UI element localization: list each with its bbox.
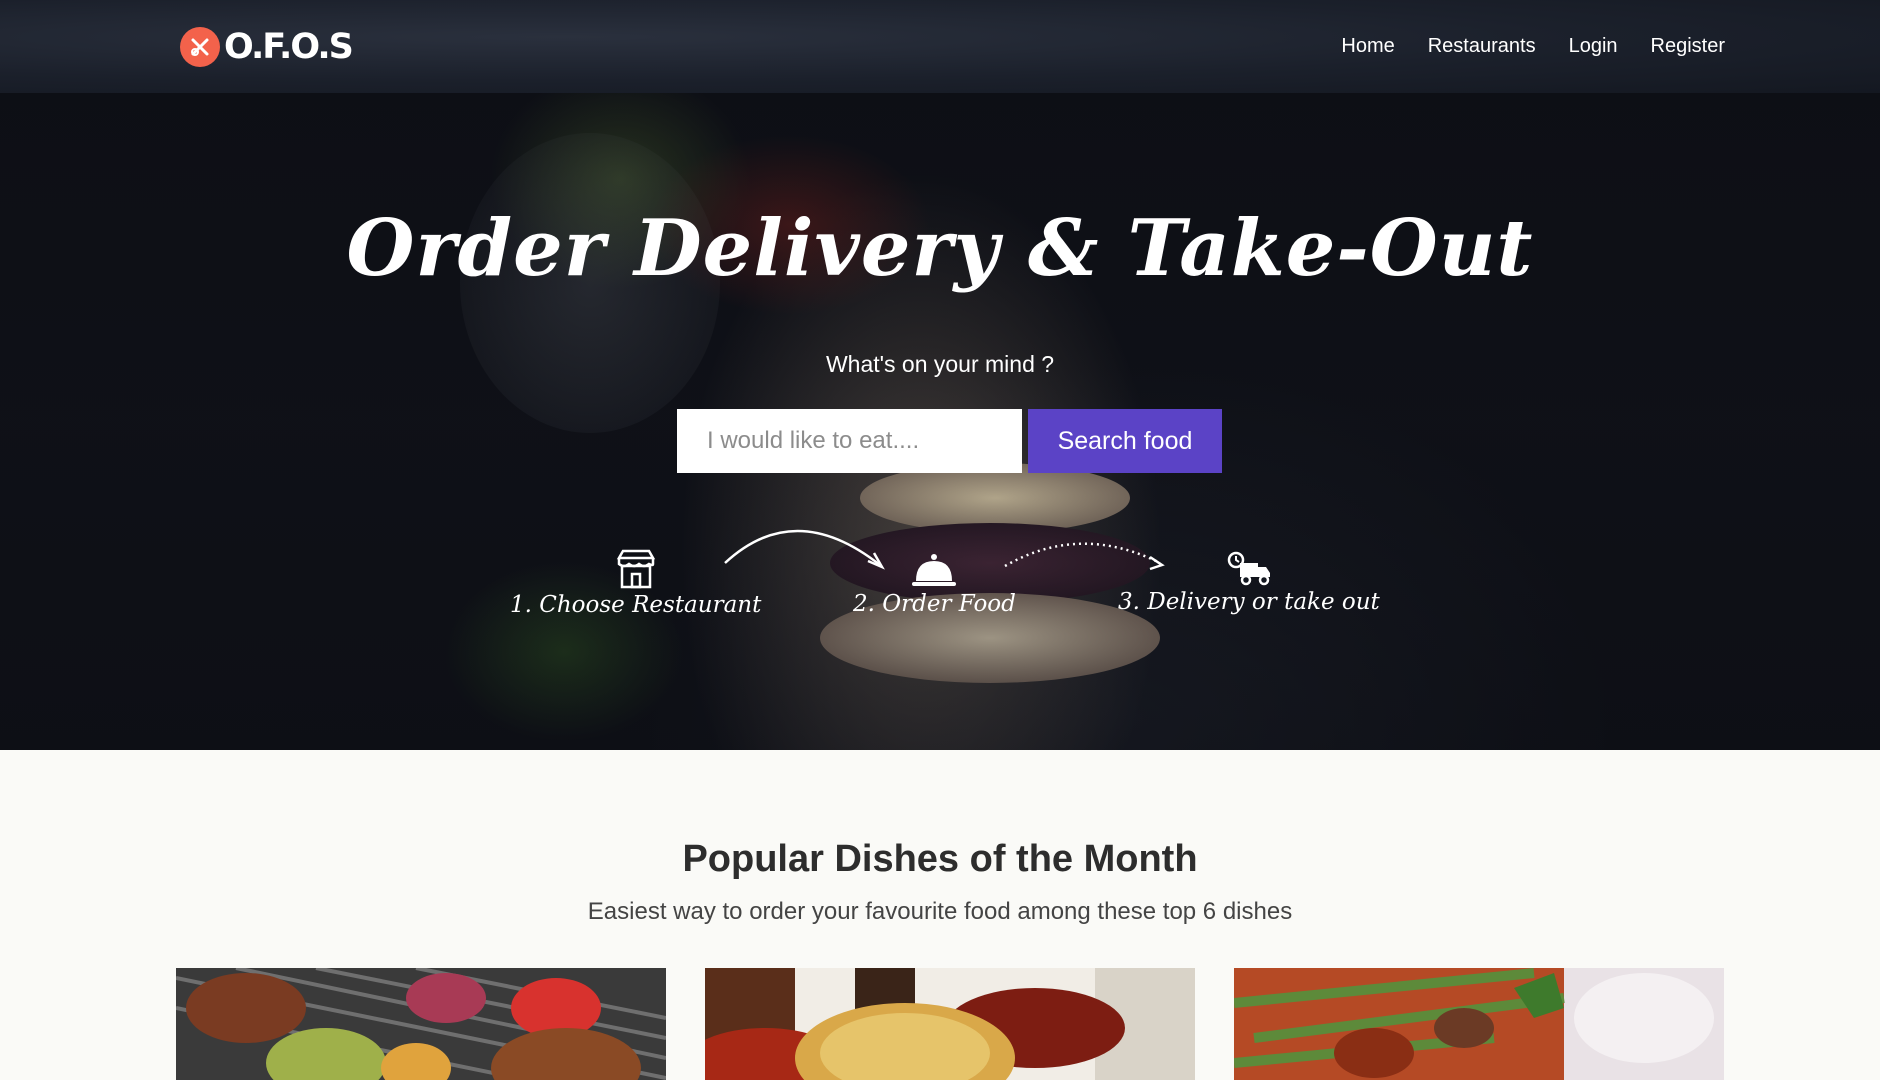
section-title: Popular Dishes of the Month (682, 838, 1198, 880)
navbar: O.F.O.S Home Restaurants Login Register (0, 0, 1880, 93)
storefront-icon (616, 549, 655, 589)
cloche-icon (912, 554, 957, 586)
step-label: 2. Order Food (853, 591, 1016, 617)
dish-card[interactable] (705, 968, 1195, 1080)
section-subtitle: Easiest way to order your favourite food… (587, 898, 1293, 925)
dish-image (1234, 968, 1724, 1080)
hero-banner: Order Delivery & Take-Out What's on your… (0, 93, 1880, 750)
step-delivery: 3. Delivery or take out (1118, 551, 1380, 615)
nav-home[interactable]: Home (1341, 35, 1394, 58)
hero-title: Order Delivery & Take-Out (346, 203, 1534, 294)
delivery-truck-icon (1227, 551, 1270, 586)
search-food-button[interactable]: Search food (1028, 409, 1222, 473)
dish-card[interactable] (176, 968, 666, 1080)
nav-register[interactable]: Register (1651, 35, 1725, 58)
search-input[interactable] (677, 409, 1022, 473)
dish-image (176, 968, 666, 1080)
hero-subtitle: What's on your mind ? (825, 351, 1055, 377)
nav-restaurants[interactable]: Restaurants (1428, 35, 1536, 58)
nav-links: Home Restaurants Login Register (1341, 35, 1725, 58)
brand-name: O.F.O.S (224, 26, 354, 67)
brand-logo[interactable]: O.F.O.S (180, 26, 354, 67)
step-label: 1. Choose Restaurant (510, 592, 762, 618)
step-label: 3. Delivery or take out (1118, 589, 1380, 615)
utensils-icon (180, 26, 220, 67)
dish-image (705, 968, 1195, 1080)
dish-card[interactable] (1234, 968, 1724, 1080)
step-order-food: 2. Order Food (853, 551, 1016, 617)
step-choose-restaurant: 1. Choose Restaurant (510, 548, 761, 618)
nav-login[interactable]: Login (1569, 35, 1618, 58)
